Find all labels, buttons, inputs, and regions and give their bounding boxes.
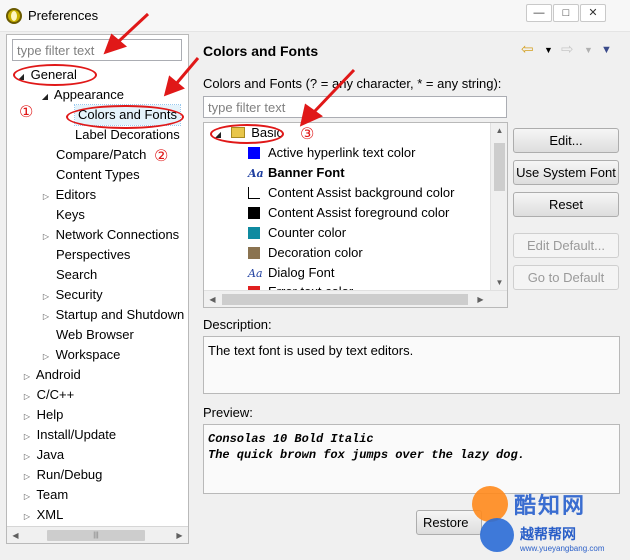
annotation-arrow	[174, 57, 200, 85]
annotation-ellipse	[210, 124, 284, 144]
watermark-text: 越帮帮网	[520, 526, 576, 542]
annotation-ellipse	[66, 105, 184, 129]
annotation-number-2: ②	[154, 148, 169, 165]
watermark-url: www.yueyangbang.com	[520, 544, 605, 553]
annotation-ellipse	[13, 64, 97, 86]
watermark-logo-icon	[472, 486, 508, 522]
annotation-number-1: ①	[19, 104, 34, 121]
annotation-arrow	[116, 12, 150, 44]
watermark: 酷知网 越帮帮网 www.yueyangbang.com	[462, 478, 630, 560]
annotation-arrow	[312, 68, 356, 114]
annotation-number-3: ③	[300, 126, 315, 143]
annotation-overlay	[103, 12, 356, 127]
watermark-text: 酷知网	[514, 493, 587, 518]
watermark-logo-icon	[480, 518, 514, 552]
